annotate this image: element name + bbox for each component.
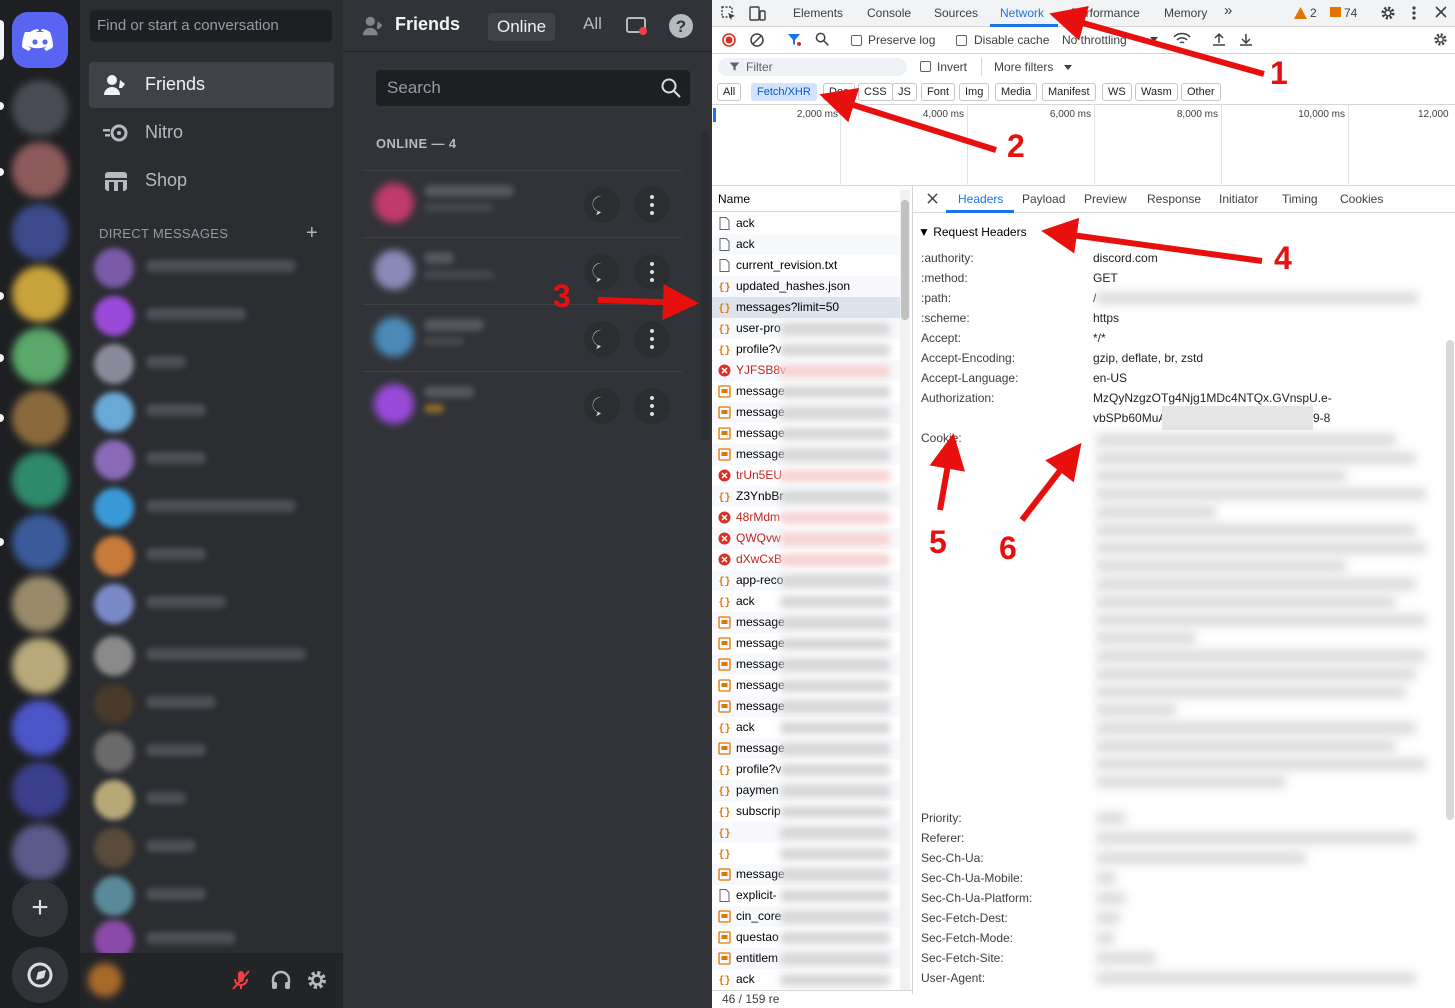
annotation-arrow-4 — [1041, 217, 1263, 264]
annotation-label-3: 3 — [553, 278, 571, 314]
annotation-label-2: 2 — [1007, 128, 1025, 164]
annotation-label-6: 6 — [999, 530, 1017, 566]
annotation-arrow-6 — [1019, 442, 1082, 522]
annotation-arrow-2 — [819, 87, 997, 153]
annotation-label-5: 5 — [929, 524, 947, 560]
annotation-arrows — [597, 5, 1265, 522]
annotation-label-1: 1 — [1270, 55, 1288, 91]
annotation-arrow-1 — [1049, 5, 1265, 77]
annotation-arrow-3 — [597, 284, 699, 321]
annotation-label-4: 4 — [1274, 240, 1292, 276]
annotation-arrow-5 — [929, 433, 966, 511]
